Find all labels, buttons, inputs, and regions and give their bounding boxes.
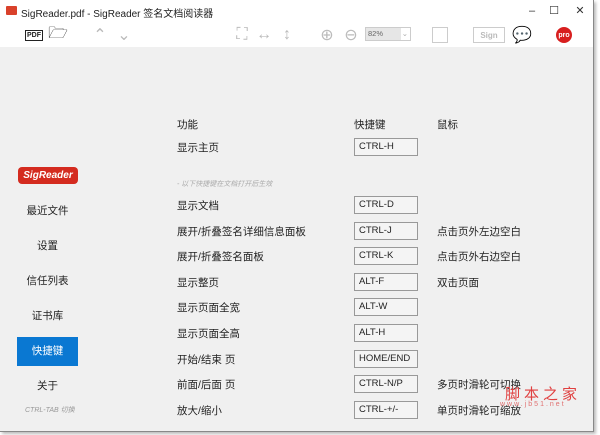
chevron-down-icon: ⌄ (401, 29, 408, 38)
shortcut-row: 展开/折叠签名详细信息面板 CTRL-J 点击页外左边空白 (0, 221, 593, 240)
close-button[interactable]: ✕ (566, 3, 594, 19)
shortcut-row: 展开/折叠签名面板 CTRL-K 点击页外右边空白 (0, 247, 593, 266)
shortcut-key-field[interactable]: ALT-W (354, 298, 418, 317)
shortcut-key-field[interactable]: HOME/END (354, 349, 418, 368)
shortcut-key-field[interactable]: CTRL-J (354, 221, 418, 240)
shortcut-key-field[interactable]: CTRL-+/- (354, 400, 418, 419)
shortcut-key-field[interactable]: CTRL-H (354, 138, 418, 156)
function-label: 显示主页 (177, 142, 219, 154)
fit-height-icon[interactable]: ↕ (278, 25, 296, 45)
header-function: 功能 (177, 119, 198, 131)
sign-label: Sign (480, 30, 498, 40)
fit-page-icon[interactable]: ⛶ (233, 25, 251, 45)
shortcut-row-home: 显示主页 CTRL-H (0, 138, 593, 156)
open-folder-icon[interactable]: 🗁 (48, 25, 68, 45)
watermark-url: www.jb51.net (500, 401, 566, 408)
app-window: SigReader.pdf - SigReader 签名文档阅读器 – ☐ ✕ … (0, 0, 594, 432)
open-pdf-icon[interactable]: PDF (24, 25, 44, 45)
header-mouse: 鼠标 (437, 119, 458, 131)
shortcut-row: 开始/结束 页 HOME/END (0, 349, 593, 368)
function-label: 显示页面全宽 (177, 302, 240, 315)
shortcut-row: 显示整页 ALT-F 双击页面 (0, 272, 593, 291)
shortcut-key-field[interactable]: ALT-F (354, 272, 418, 291)
function-label: 前面/后面 页 (177, 379, 236, 392)
sigreader-logo: SigReader (18, 167, 78, 184)
toolbar: PDF 🗁 ⌃ ⌄ 1 / 1 ⛶ ↔ ↕ ⊕ ⊖ 82%⌄ Sign 💬 pr… (0, 22, 593, 62)
mouse-action: 点击页外左边空白 (437, 225, 521, 238)
window-title: SigReader.pdf - SigReader 签名文档阅读器 (21, 9, 214, 20)
shortcut-key-field[interactable]: ALT-H (354, 324, 418, 342)
pro-label: pro (558, 31, 570, 39)
mouse-action: 点击页外右边空白 (437, 251, 521, 264)
zoom-out-icon[interactable]: ⊖ (342, 25, 360, 45)
comment-icon[interactable]: 💬 (512, 25, 532, 45)
function-label: 显示文档 (177, 200, 219, 212)
select-box-icon[interactable] (432, 27, 448, 43)
function-label: 展开/折叠签名详细信息面板 (177, 225, 306, 238)
shortcut-row: 显示文档 CTRL-D (0, 196, 593, 214)
shortcut-key-field[interactable]: CTRL-D (354, 196, 418, 214)
pro-badge[interactable]: pro (556, 27, 572, 43)
function-label: 开始/结束 页 (177, 353, 236, 366)
fit-width-icon[interactable]: ↔ (255, 25, 273, 45)
header-key: 快捷键 (354, 119, 386, 131)
shortcut-note: - 以下快捷键在文档打开后生效 (177, 181, 273, 188)
shortcut-row: 显示页面全高 ALT-H (0, 324, 593, 342)
maximize-button[interactable]: ☐ (540, 3, 568, 19)
title-bar: SigReader.pdf - SigReader 签名文档阅读器 – ☐ ✕ (0, 0, 593, 22)
zoom-in-icon[interactable]: ⊕ (318, 25, 336, 45)
shortcut-row: 显示页面全宽 ALT-W (0, 298, 593, 317)
function-label: 显示页面全高 (177, 328, 240, 340)
page-up-icon[interactable]: ⌃ (91, 25, 109, 45)
zoom-value: 82% (368, 29, 384, 38)
app-icon (6, 6, 17, 15)
function-label: 显示整页 (177, 276, 219, 289)
page-down-icon[interactable]: ⌄ (115, 25, 133, 45)
shortcut-key-field[interactable]: CTRL-K (354, 247, 418, 266)
shortcut-key-field[interactable]: CTRL-N/P (354, 375, 418, 394)
sign-button[interactable]: Sign (473, 27, 505, 43)
mouse-action: 双击页面 (437, 276, 479, 289)
function-label: 放大/缩小 (177, 404, 222, 417)
zoom-select[interactable]: 82% ⌄ (365, 27, 411, 41)
function-label: 展开/折叠签名面板 (177, 251, 264, 264)
